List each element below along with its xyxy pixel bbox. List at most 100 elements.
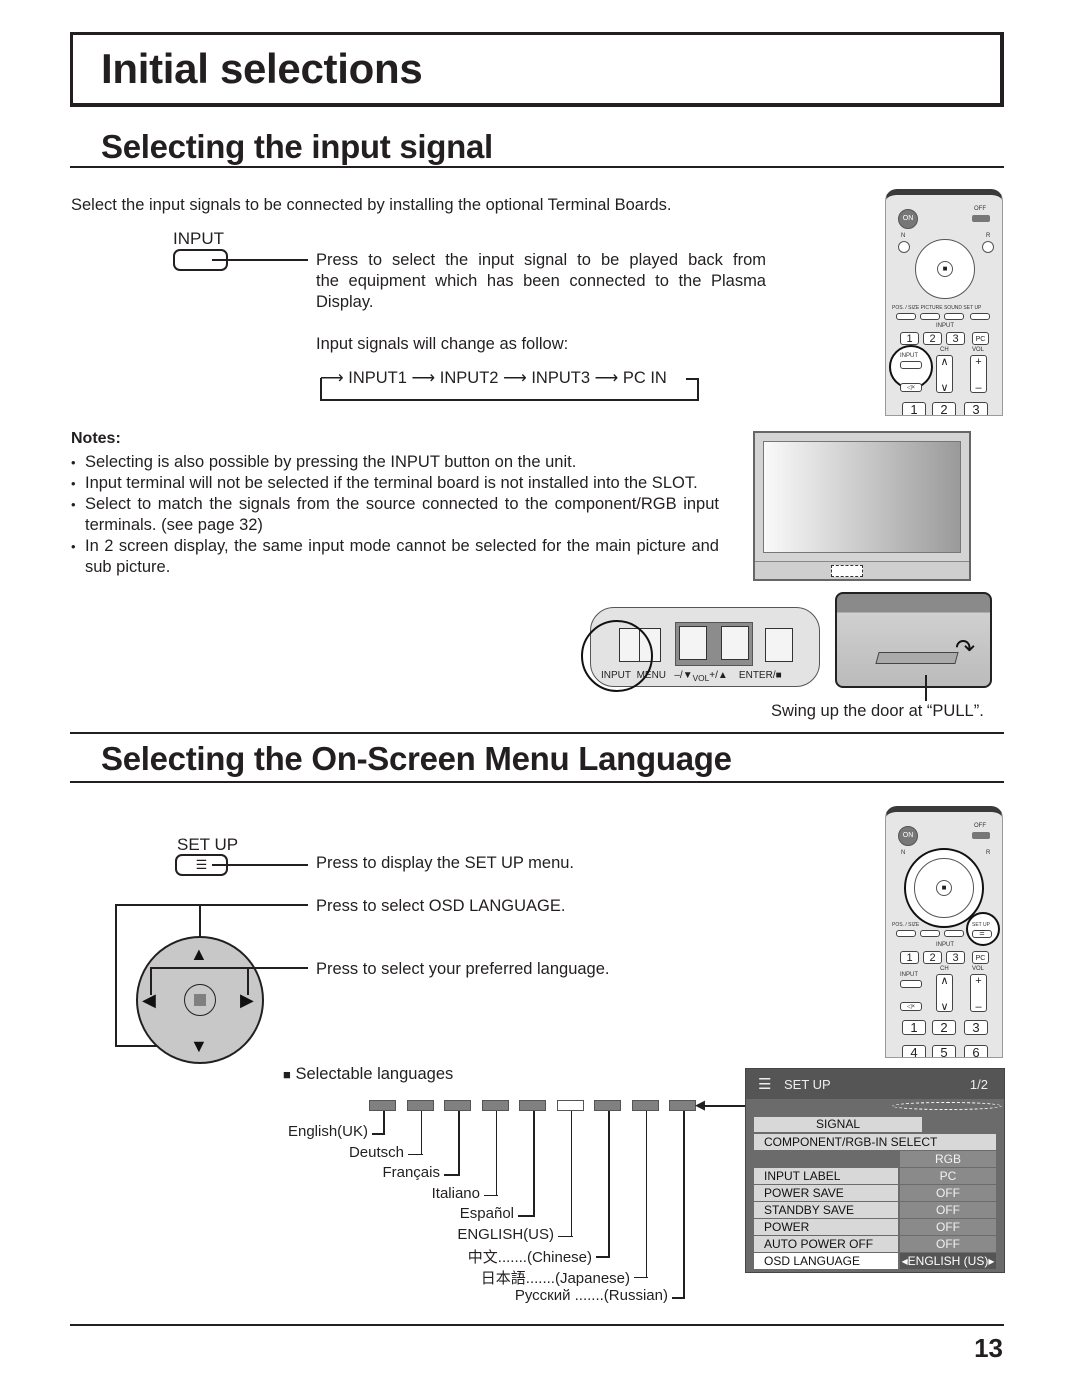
language-indicator-box <box>444 1100 471 1111</box>
on-button[interactable]: ON <box>898 826 918 846</box>
enter-button[interactable]: ■ <box>936 880 952 896</box>
enter-button[interactable] <box>184 984 216 1016</box>
picture-button[interactable] <box>920 313 940 320</box>
off-button[interactable] <box>972 215 990 222</box>
osd-row-input-label[interactable]: INPUT LABEL PC <box>754 1168 996 1184</box>
setup-button[interactable] <box>970 313 990 320</box>
osd-row-value: OFF <box>900 1219 996 1235</box>
callout-line <box>115 904 117 1046</box>
step-display-setup: Press to display the SET UP menu. <box>316 854 575 872</box>
input-1-button[interactable]: 1 <box>900 951 919 964</box>
section-rule <box>70 166 1004 168</box>
input-3-button[interactable]: 3 <box>946 332 965 345</box>
pos-size-button[interactable] <box>896 930 916 937</box>
vol-rocker[interactable]: + – <box>970 974 987 1013</box>
vol-rocker[interactable]: + – <box>970 355 987 394</box>
leader-line <box>634 1276 648 1278</box>
mute-button[interactable]: ◁× <box>900 1002 922 1011</box>
door-caption: Swing up the door at “PULL”. <box>771 702 984 720</box>
callout-line <box>925 675 927 701</box>
sound-button[interactable] <box>944 930 964 937</box>
input-button[interactable] <box>900 361 922 369</box>
dpad-illustration[interactable]: ▲ ▼ ◀ ▶ <box>136 936 264 1064</box>
setup-label: SET UP <box>972 922 990 928</box>
osd-page-indicator: 1/2 <box>969 1077 988 1092</box>
number-6-button[interactable]: 6 <box>964 1045 988 1057</box>
menu-list-icon: ☰ <box>758 1076 772 1093</box>
arrow-icon: ⟶ <box>411 369 436 387</box>
ch-rocker[interactable]: ∧ ∨ <box>936 974 953 1013</box>
down-arrow-icon: ▼ <box>190 1036 208 1056</box>
osd-title: SET UP <box>784 1077 831 1092</box>
osd-row-standby-save[interactable]: STANDBY SAVE OFF <box>754 1202 996 1218</box>
unit-enter-label: ENTER/■ <box>738 670 782 681</box>
r-button[interactable] <box>982 241 994 253</box>
pull-door[interactable] <box>875 652 959 664</box>
number-5-button[interactable]: 5 <box>932 1045 956 1057</box>
language-label: Español <box>459 1205 514 1222</box>
input-2-button[interactable]: 2 <box>923 951 942 964</box>
arrow-icon: ⟶ <box>594 369 619 387</box>
leader-line <box>444 1174 460 1176</box>
door-illustration: ↷ <box>835 592 992 688</box>
osd-row-label: OSD LANGUAGE <box>754 1253 898 1269</box>
input-button[interactable] <box>900 980 922 988</box>
on-button[interactable]: ON <box>898 209 918 229</box>
number-1-button[interactable]: 1 <box>902 402 926 415</box>
language-indicator-box <box>594 1100 621 1111</box>
osd-row-power-management[interactable]: POWER MANAGEMENTOFF <box>754 1219 996 1250</box>
language-indicator-box <box>519 1100 546 1111</box>
note-item: Input terminal will not be selected if t… <box>71 473 719 494</box>
leader-line <box>533 1111 535 1215</box>
setup-key-label: SET UP <box>177 835 239 854</box>
sound-button[interactable] <box>944 313 964 320</box>
number-2-button[interactable]: 2 <box>932 402 956 415</box>
bullet-square-icon: ■ <box>283 1067 291 1082</box>
language-label: 中文.......(Chinese) <box>467 1249 592 1266</box>
n-button[interactable] <box>898 241 910 253</box>
notes-title: Notes: <box>71 430 121 447</box>
number-2-button[interactable]: 2 <box>932 1020 956 1035</box>
osd-row-value: OFF <box>900 1185 996 1201</box>
input-section-title: Selecting the input signal <box>101 128 493 165</box>
setup-button[interactable]: ☰ <box>972 930 992 938</box>
input-1-button[interactable]: 1 <box>900 332 919 345</box>
picture-button[interactable] <box>920 930 940 937</box>
leader-line <box>372 1133 385 1135</box>
input-3-button[interactable]: 3 <box>946 951 965 964</box>
osd-header: ☰ SET UP 1/2 <box>746 1069 1004 1099</box>
unit-vol-down-key[interactable] <box>679 626 707 660</box>
osd-tab-signal[interactable]: SIGNAL <box>754 1117 922 1132</box>
ch-rocker[interactable]: ∧ ∨ <box>936 355 953 394</box>
osd-row-auto-power-off[interactable]: AUTO POWER OFF OFF <box>754 1236 996 1252</box>
osd-row-label: POWER MANAGEMENT <box>754 1219 898 1250</box>
unit-vol-up-key[interactable] <box>721 626 749 660</box>
pos-size-button[interactable] <box>896 313 916 320</box>
number-4-button[interactable]: 4 <box>902 1045 926 1057</box>
arrow-icon: ⟶ <box>503 369 527 387</box>
enter-button[interactable]: ■ <box>937 261 953 277</box>
osd-row-component[interactable]: COMPONENT/RGB-IN SELECT <box>754 1134 996 1150</box>
input-description: Press to select the input signal to be p… <box>316 250 766 313</box>
vol-label: VOL <box>972 966 985 972</box>
step-select-osd-language: Press to select OSD LANGUAGE. <box>316 897 566 915</box>
language-section-title: Selecting the On-Screen Menu Language <box>101 740 732 777</box>
mute-button[interactable]: ◁× <box>900 383 922 392</box>
plasma-display-illustration <box>753 431 971 581</box>
off-button[interactable] <box>972 832 990 839</box>
input-2-button[interactable]: 2 <box>923 332 942 345</box>
page-title-box: Initial selections <box>70 32 1004 107</box>
vol-down-icon: – <box>975 1001 982 1013</box>
pos-size-label: POS. / SIZE <box>892 922 920 928</box>
osd-row-power-save[interactable]: POWER SAVE OFF <box>754 1185 996 1201</box>
osd-row-label: AUTO POWER OFF <box>754 1236 898 1252</box>
number-1-button[interactable]: 1 <box>902 1020 926 1035</box>
osd-row-osd-language[interactable]: OSD LANGUAGE ◂ENGLISH (US)▸ <box>754 1253 996 1269</box>
number-3-button[interactable]: 3 <box>964 1020 988 1035</box>
pc-button[interactable]: PC <box>972 951 989 964</box>
number-3-button[interactable]: 3 <box>964 402 988 415</box>
unit-enter-key[interactable] <box>765 628 793 662</box>
pc-button[interactable]: PC <box>972 332 989 345</box>
language-indicator-box <box>369 1100 396 1111</box>
language-indicator-box <box>406 1100 434 1111</box>
